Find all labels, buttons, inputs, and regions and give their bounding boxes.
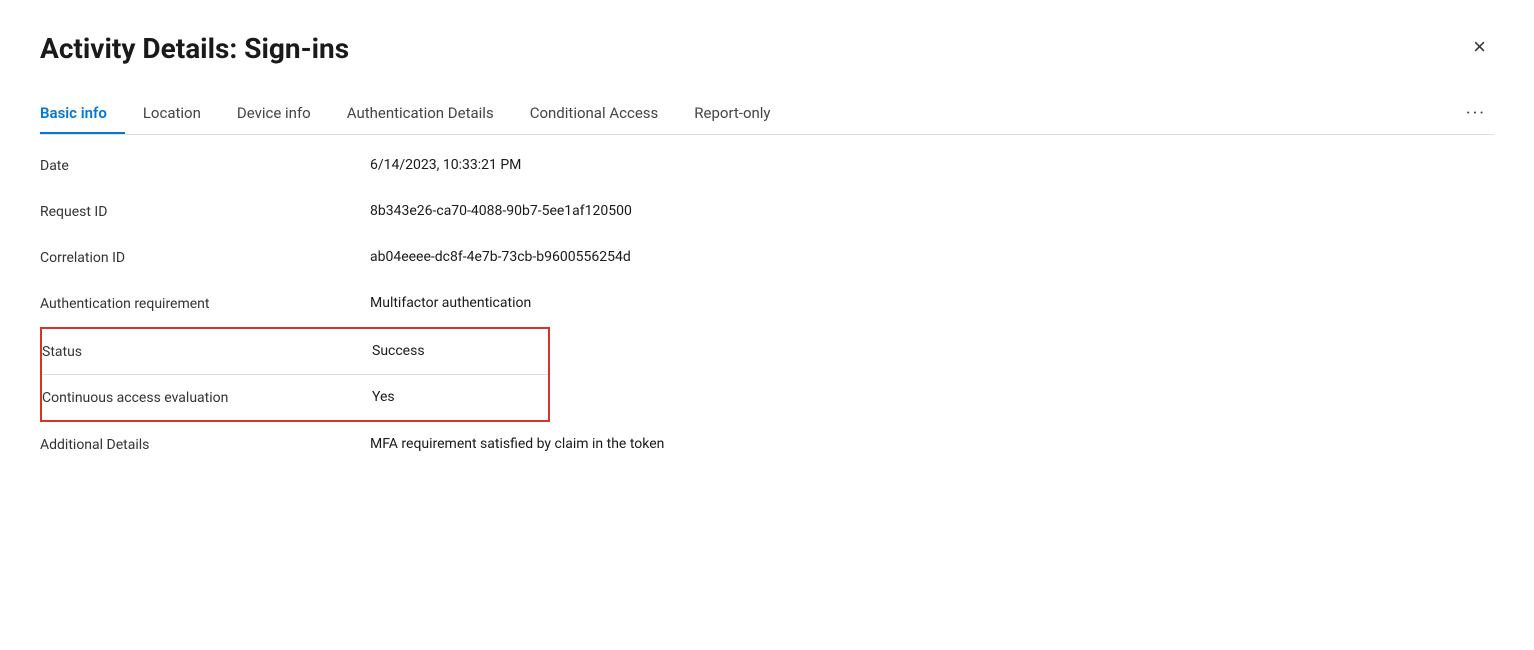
value-date: 6/14/2023, 10:33:21 PM: [370, 157, 521, 173]
value-additional-details: MFA requirement satisfied by claim in th…: [370, 436, 664, 452]
tab-conditional-access[interactable]: Conditional Access: [512, 94, 677, 134]
panel-header: Activity Details: Sign-ins ×: [40, 32, 1494, 65]
tab-basic-info[interactable]: Basic info: [40, 94, 125, 134]
label-auth-requirement: Authentication requirement: [40, 295, 370, 312]
label-cae: Continuous access evaluation: [42, 389, 372, 406]
tabs-more-button[interactable]: ···: [1458, 93, 1494, 134]
field-row-additional-details: Additional Details MFA requirement satis…: [40, 422, 1494, 468]
value-request-id: 8b343e26-ca70-4088-90b7-5ee1af120500: [370, 203, 632, 219]
content-area: Date 6/14/2023, 10:33:21 PM Request ID 8…: [40, 135, 1494, 468]
close-button[interactable]: ×: [1465, 32, 1494, 62]
value-auth-requirement: Multifactor authentication: [370, 295, 531, 311]
value-correlation-id: ab04eeee-dc8f-4e7b-73cb-b9600556254d: [370, 249, 631, 265]
label-request-id: Request ID: [40, 203, 370, 220]
value-status: Success: [372, 343, 425, 359]
panel-title: Activity Details: Sign-ins: [40, 32, 349, 65]
field-row-auth-requirement: Authentication requirement Multifactor a…: [40, 281, 1494, 327]
label-status: Status: [42, 343, 372, 360]
field-row-request-id: Request ID 8b343e26-ca70-4088-90b7-5ee1a…: [40, 189, 1494, 235]
field-row-cae: Continuous access evaluation Yes: [42, 375, 548, 420]
field-row-correlation-id: Correlation ID ab04eeee-dc8f-4e7b-73cb-b…: [40, 235, 1494, 281]
value-cae: Yes: [372, 389, 395, 405]
tab-location[interactable]: Location: [125, 94, 219, 134]
tab-report-only[interactable]: Report-only: [676, 94, 788, 134]
highlighted-section: Status Success Continuous access evaluat…: [40, 327, 550, 422]
label-additional-details: Additional Details: [40, 436, 370, 453]
tabs-bar: Basic info Location Device info Authenti…: [40, 93, 1494, 135]
activity-details-panel: Activity Details: Sign-ins × Basic info …: [0, 0, 1534, 650]
label-correlation-id: Correlation ID: [40, 249, 370, 266]
field-row-status: Status Success: [42, 329, 548, 374]
field-row-date: Date 6/14/2023, 10:33:21 PM: [40, 143, 1494, 189]
tab-auth-details[interactable]: Authentication Details: [329, 94, 512, 134]
label-date: Date: [40, 157, 370, 174]
tab-device-info[interactable]: Device info: [219, 94, 329, 134]
